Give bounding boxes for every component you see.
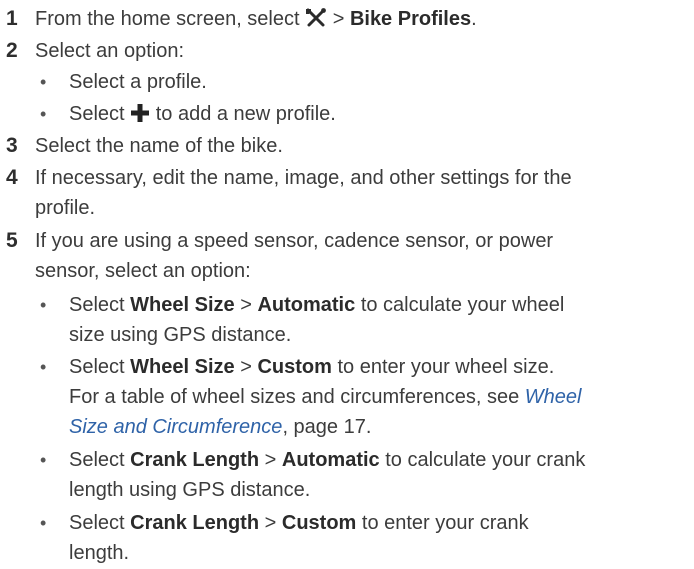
step-text: From the home screen, select > Bike Prof…: [35, 4, 686, 37]
step-text-line: If you are using a speed sensor, cadence…: [35, 230, 554, 252]
page-reference: , page 17.: [282, 416, 372, 438]
bullet: •: [40, 72, 47, 92]
sub-option-text: Select Wheel Size > Automatic to calcula…: [69, 290, 688, 350]
separator: >: [332, 8, 345, 30]
step-text: If necessary, edit the name, image, and …: [35, 163, 686, 223]
sub-text-line: length.: [69, 542, 130, 564]
sub-text-post: to enter your crank: [361, 512, 529, 534]
sub-text-post: to calculate your wheel: [360, 294, 565, 316]
menu-wheel-size: Wheel Size: [130, 356, 235, 378]
bullet: •: [40, 357, 47, 377]
separator: >: [240, 356, 252, 378]
step-number: 4: [6, 166, 18, 189]
sub-text-post: to calculate your crank: [385, 449, 586, 471]
separator: >: [264, 512, 277, 534]
menu-crank-length: Crank Length: [130, 449, 260, 471]
wheel-size-link[interactable]: Size and Circumference: [69, 416, 282, 438]
sub-text-line: size using GPS distance.: [69, 324, 292, 346]
step-number: 1: [6, 7, 18, 30]
menu-custom: Custom: [257, 356, 332, 378]
step-number: 5: [6, 229, 18, 252]
step-text: Select the name of the bike.: [35, 135, 283, 157]
sub-option-text: Select to add a new profile.: [69, 99, 688, 132]
bullet: •: [40, 513, 47, 533]
step-text-line: If necessary, edit the name, image, and …: [35, 167, 572, 189]
sub-option-text: Select a profile.: [69, 71, 207, 93]
menu-path-bike-profiles: Bike Profiles: [349, 8, 472, 30]
separator: >: [264, 449, 277, 471]
step-number: 2: [6, 39, 18, 62]
step-text-line: profile.: [35, 197, 96, 219]
step-text: If you are using a speed sensor, cadence…: [35, 226, 686, 286]
step-text-line: sensor, select an option:: [35, 260, 251, 282]
wrench-screwdriver-icon: [305, 7, 327, 37]
sub-option-text: Select Crank Length > Automatic to calcu…: [69, 445, 688, 505]
step-text-post: .: [471, 8, 477, 30]
bullet: •: [40, 295, 47, 315]
sub-text-pre: Select: [69, 512, 125, 534]
menu-custom: Custom: [281, 512, 357, 534]
sub-text-post: to enter your wheel size.: [337, 356, 555, 378]
sub-text-pre: Select: [69, 449, 125, 471]
step-number: 3: [6, 134, 18, 157]
sub-text-pre: Select: [69, 356, 125, 378]
sub-option-text: Select Crank Length > Custom to enter yo…: [69, 508, 688, 568]
sub-text-pre: Select: [69, 294, 125, 316]
sub-text-line: length using GPS distance.: [69, 479, 311, 501]
sub-option-text: Select Wheel Size > Custom to enter your…: [69, 352, 688, 442]
sub-text-post: to add a new profile.: [155, 103, 336, 125]
step-text: Select an option:: [35, 40, 184, 62]
menu-wheel-size: Wheel Size: [130, 294, 235, 316]
sub-text-line: For a table of wheel sizes and circumfer…: [69, 386, 520, 408]
separator: >: [240, 294, 252, 316]
plus-icon: [130, 102, 150, 132]
step-text-pre: From the home screen, select: [35, 8, 300, 30]
sub-text-pre: Select: [69, 103, 125, 125]
wheel-size-link[interactable]: Wheel: [525, 386, 582, 408]
menu-automatic: Automatic: [281, 449, 380, 471]
bullet: •: [40, 104, 47, 124]
menu-automatic: Automatic: [257, 294, 356, 316]
bullet: •: [40, 450, 47, 470]
menu-crank-length: Crank Length: [130, 512, 260, 534]
